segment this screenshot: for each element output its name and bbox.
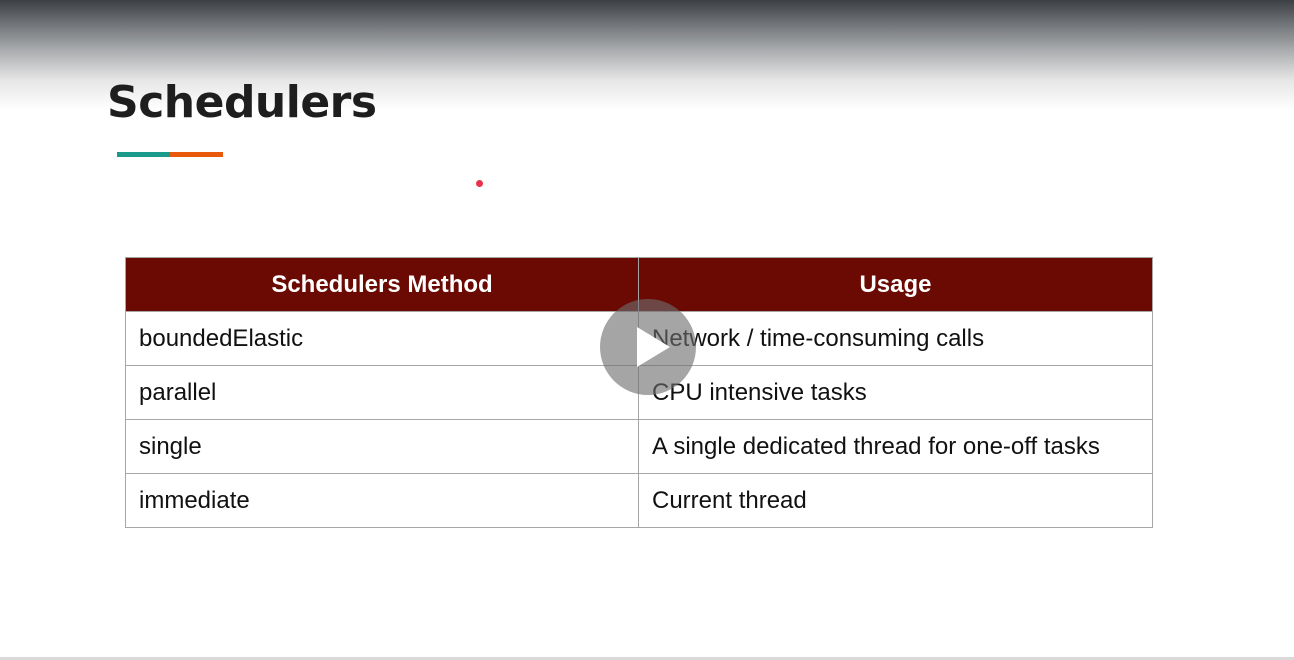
play-button[interactable] <box>600 299 696 395</box>
method-cell: boundedElastic <box>125 311 639 366</box>
method-cell: single <box>125 419 639 474</box>
method-cell: parallel <box>125 365 639 420</box>
laser-pointer-dot <box>476 180 483 187</box>
usage-cell: A single dedicated thread for one-off ta… <box>638 419 1153 474</box>
slide-stage: Schedulers Schedulers Method Usage bound… <box>0 0 1294 660</box>
table-row: immediate Current thread <box>125 473 1153 528</box>
method-cell: immediate <box>125 473 639 528</box>
usage-cell: Current thread <box>638 473 1153 528</box>
table-row: single A single dedicated thread for one… <box>125 419 1153 474</box>
play-icon <box>637 327 670 367</box>
slide-title: Schedulers <box>107 77 377 128</box>
usage-cell: Network / time-consuming calls <box>638 311 1153 366</box>
usage-cell: CPU intensive tasks <box>638 365 1153 420</box>
header-schedulers-method: Schedulers Method <box>125 257 639 312</box>
title-accent-bar <box>117 152 223 157</box>
header-usage: Usage <box>638 257 1153 312</box>
accent-orange-segment <box>170 152 223 157</box>
accent-teal-segment <box>117 152 170 157</box>
